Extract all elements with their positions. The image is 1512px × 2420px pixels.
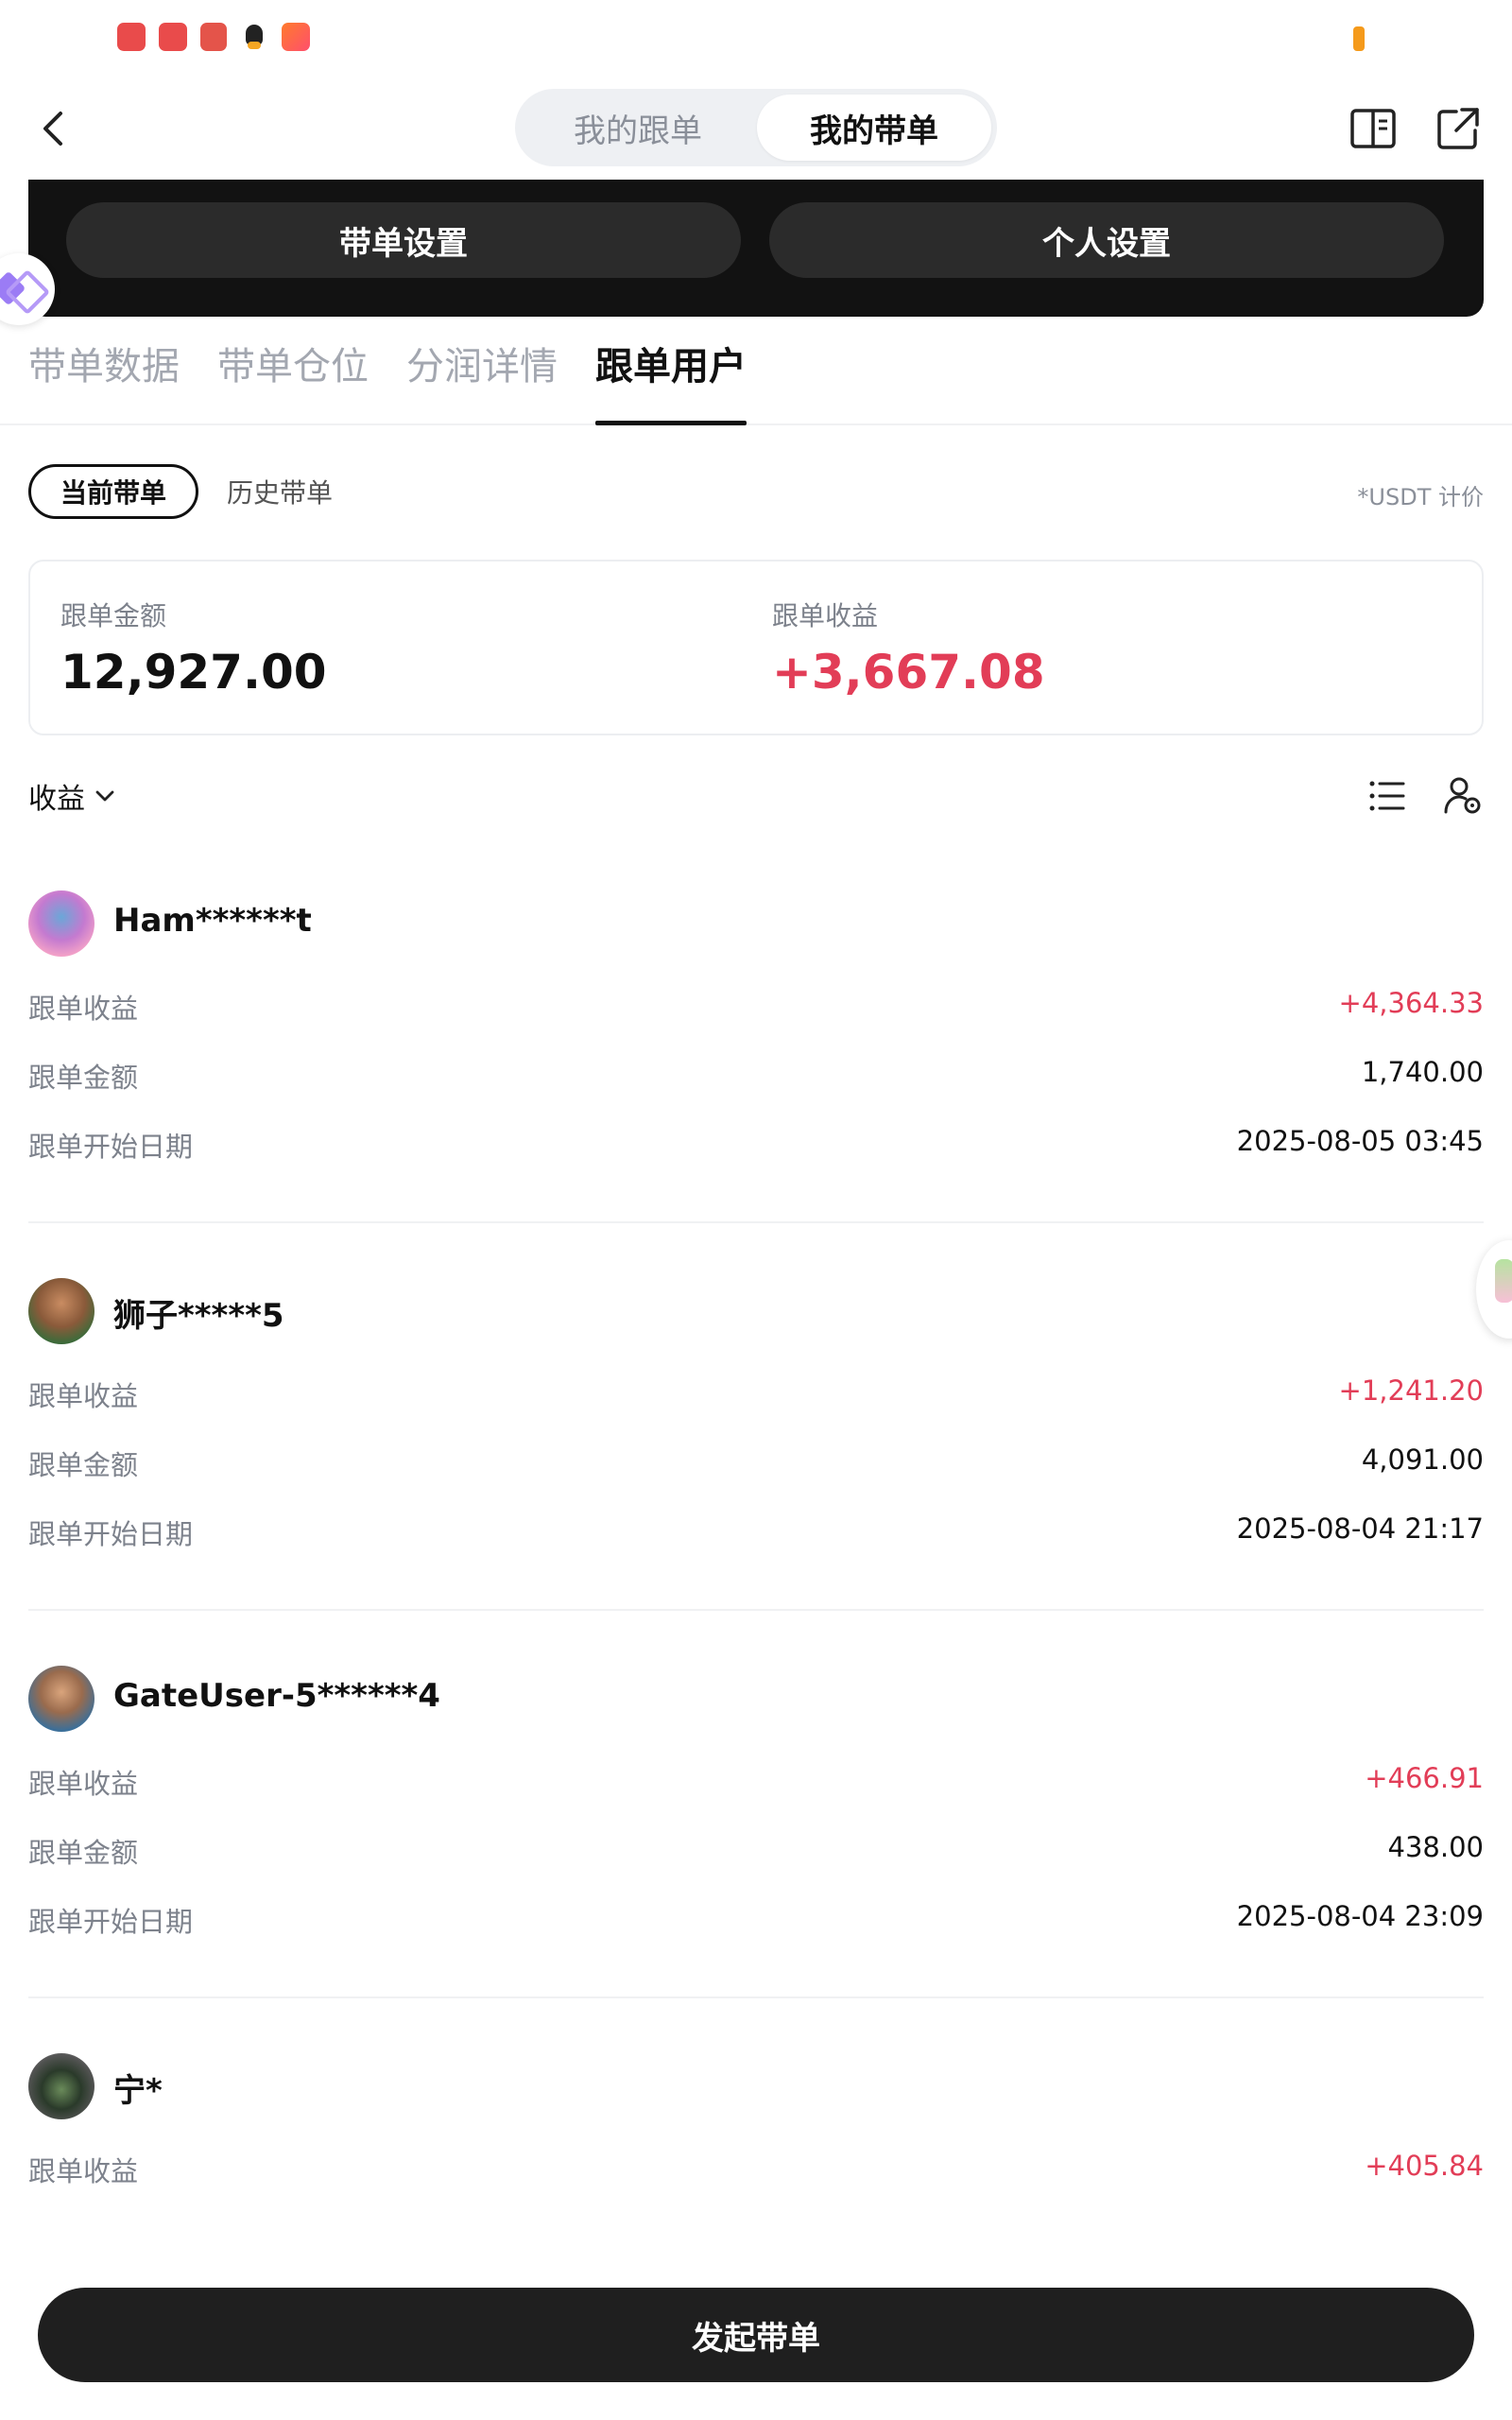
follower-profit-label: 跟单收益 bbox=[28, 993, 139, 1025]
sort-label: 收益 bbox=[28, 783, 85, 816]
sub-tabs: 当前带单 历史带单 *USDT 计价 bbox=[0, 461, 1512, 522]
segment-my-follow[interactable]: 我的跟单 bbox=[521, 95, 755, 161]
follower-profit-value: +4,364.33 bbox=[1338, 987, 1484, 1019]
follower-amount-value: 438.00 bbox=[1387, 1831, 1484, 1863]
follower-date-row: 跟单开始日期 2025-08-05 03:45 bbox=[28, 1121, 1484, 1163]
share-icon bbox=[1437, 108, 1479, 149]
follower-profit-row: 跟单收益 +4,364.33 bbox=[28, 983, 1484, 1025]
qq-notification-icon bbox=[240, 23, 268, 51]
app-notification-icon bbox=[200, 23, 227, 51]
personal-settings-button[interactable]: 个人设置 bbox=[769, 202, 1444, 278]
follower-profit-row: 跟单收益 +1,241.20 bbox=[28, 1371, 1484, 1412]
follower-profit-value: +405.84 bbox=[1365, 2150, 1484, 2182]
chevron-down-icon bbox=[95, 790, 114, 802]
follower-name: 宁* bbox=[113, 2072, 163, 2110]
user-settings-icon bbox=[1444, 777, 1481, 814]
follower-date-label: 跟单开始日期 bbox=[28, 1906, 194, 1938]
follower-card[interactable]: 宁* 跟单收益 +405.84 bbox=[28, 2053, 1484, 2195]
status-bar bbox=[0, 0, 1512, 76]
summary-amount-value: 12,927.00 bbox=[60, 645, 327, 700]
follower-amount-row: 跟单金额 4,091.00 bbox=[28, 1440, 1484, 1481]
mode-segmented-control: 我的跟单 我的带单 bbox=[515, 89, 997, 166]
battery-indicator-icon bbox=[1353, 26, 1365, 51]
summary-amount-label: 跟单金额 bbox=[60, 600, 167, 631]
summary-profit-value: +3,667.08 bbox=[772, 645, 1045, 700]
back-icon bbox=[43, 112, 62, 146]
sort-row: 收益 bbox=[0, 768, 1512, 824]
follower-header: Ham******t bbox=[28, 890, 1484, 959]
app-notification-icon bbox=[159, 23, 187, 51]
sort-dropdown[interactable]: 收益 bbox=[28, 775, 115, 817]
follower-header: GateUser-5******4 bbox=[28, 1666, 1484, 1734]
guide-button[interactable] bbox=[1347, 102, 1400, 155]
follower-profit-value: +466.91 bbox=[1365, 1762, 1484, 1794]
follower-amount-row: 跟单金额 438.00 bbox=[28, 1827, 1484, 1869]
avatar bbox=[28, 890, 94, 957]
follower-date-label: 跟单开始日期 bbox=[28, 1518, 194, 1550]
segment-my-lead[interactable]: 我的带单 bbox=[757, 95, 991, 161]
follower-date-value: 2025-08-05 03:45 bbox=[1236, 1125, 1484, 1157]
user-settings-button[interactable] bbox=[1440, 773, 1486, 819]
tab-lead-positions[interactable]: 带单仓位 bbox=[217, 340, 369, 416]
app-notification-icon bbox=[117, 23, 146, 51]
summary-profit-label: 跟单收益 bbox=[772, 600, 879, 631]
avatar bbox=[28, 1666, 94, 1732]
follower-profit-label: 跟单收益 bbox=[28, 1768, 139, 1800]
follower-header: 宁* bbox=[28, 2053, 1484, 2121]
divider bbox=[28, 1609, 1484, 1611]
tab-current-lead[interactable]: 当前带单 bbox=[28, 464, 198, 519]
main-tabs: 带单数据 带单仓位 分润详情 跟单用户 bbox=[0, 331, 1512, 425]
follower-card[interactable]: GateUser-5******4 跟单收益 +466.91 跟单金额 438.… bbox=[28, 1666, 1484, 1949]
follower-date-row: 跟单开始日期 2025-08-04 23:09 bbox=[28, 1896, 1484, 1938]
lead-settings-panel: 带单设置 个人设置 bbox=[28, 180, 1484, 317]
tab-lead-data[interactable]: 带单数据 bbox=[28, 340, 180, 416]
summary-profit: 跟单收益 +3,667.08 bbox=[772, 596, 1045, 700]
app-notification-icon bbox=[282, 23, 310, 51]
follower-profit-label: 跟单收益 bbox=[28, 1380, 139, 1412]
avatar bbox=[28, 1278, 94, 1344]
tab-history-lead[interactable]: 历史带单 bbox=[227, 464, 333, 519]
follower-profit-row: 跟单收益 +466.91 bbox=[28, 1758, 1484, 1800]
follower-name: GateUser-5******4 bbox=[113, 1677, 440, 1715]
start-lead-button[interactable]: 发起带单 bbox=[38, 2288, 1474, 2382]
follower-name: 狮子*****5 bbox=[113, 1297, 284, 1335]
currency-note: *USDT 计价 bbox=[1357, 484, 1484, 510]
follower-amount-value: 1,740.00 bbox=[1361, 1056, 1484, 1088]
follower-name: Ham******t bbox=[113, 902, 312, 940]
follower-amount-row: 跟单金额 1,740.00 bbox=[28, 1052, 1484, 1094]
follower-date-label: 跟单开始日期 bbox=[28, 1131, 194, 1163]
top-navigation: 我的跟单 我的带单 bbox=[0, 76, 1512, 180]
follower-profit-label: 跟单收益 bbox=[28, 2155, 139, 2187]
follower-card[interactable]: 狮子*****5 跟单收益 +1,241.20 跟单金额 4,091.00 跟单… bbox=[28, 1278, 1484, 1562]
follower-profit-value: +1,241.20 bbox=[1338, 1374, 1484, 1407]
summary-amount: 跟单金额 12,927.00 bbox=[60, 596, 327, 700]
book-icon bbox=[1350, 109, 1396, 148]
follower-amount-value: 4,091.00 bbox=[1361, 1443, 1484, 1476]
list-view-button[interactable] bbox=[1365, 773, 1410, 819]
follower-header: 狮子*****5 bbox=[28, 1278, 1484, 1346]
follower-amount-label: 跟单金额 bbox=[28, 1837, 139, 1869]
lead-settings-button[interactable]: 带单设置 bbox=[66, 202, 741, 278]
follower-date-value: 2025-08-04 21:17 bbox=[1236, 1512, 1484, 1545]
follower-amount-label: 跟单金额 bbox=[28, 1449, 139, 1481]
follower-date-row: 跟单开始日期 2025-08-04 21:17 bbox=[28, 1509, 1484, 1550]
divider bbox=[28, 1221, 1484, 1223]
share-button[interactable] bbox=[1432, 102, 1485, 155]
avatar bbox=[28, 2053, 94, 2119]
back-button[interactable] bbox=[28, 102, 81, 155]
tab-followers[interactable]: 跟单用户 bbox=[595, 340, 747, 425]
notification-icons bbox=[117, 23, 310, 51]
divider bbox=[28, 1996, 1484, 1998]
follower-card[interactable]: Ham******t 跟单收益 +4,364.33 跟单金额 1,740.00 … bbox=[28, 890, 1484, 1174]
summary-card: 跟单金额 12,927.00 跟单收益 +3,667.08 bbox=[28, 560, 1484, 735]
follower-amount-label: 跟单金额 bbox=[28, 1062, 139, 1094]
follower-profit-row: 跟单收益 +405.84 bbox=[28, 2146, 1484, 2187]
list-icon bbox=[1369, 781, 1405, 811]
follower-date-value: 2025-08-04 23:09 bbox=[1236, 1900, 1484, 1932]
tab-profit-share[interactable]: 分润详情 bbox=[406, 340, 558, 416]
